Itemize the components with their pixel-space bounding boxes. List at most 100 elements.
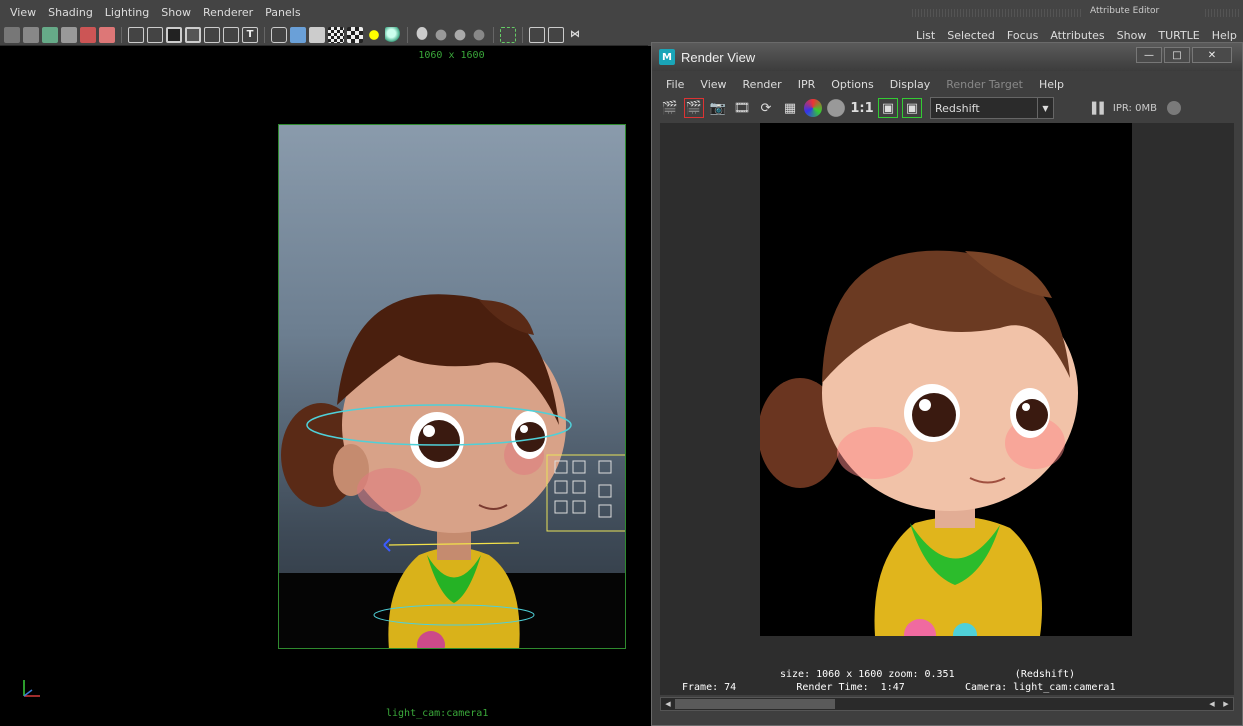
attr-menu-selected[interactable]: Selected <box>941 29 1001 42</box>
rv-menu-ipr[interactable]: IPR <box>790 78 824 91</box>
scrollbar-thumb[interactable] <box>675 699 835 709</box>
toolbar-divider <box>493 26 494 43</box>
rendered-image <box>760 123 1132 636</box>
render-sequence-icon[interactable]: ▦ <box>780 98 800 118</box>
remove-image-icon[interactable]: ▣ <box>902 98 922 118</box>
render-region-icon[interactable]: 🎬 <box>684 98 704 118</box>
ipr-memory-label: IPR: 0MB <box>1112 102 1157 114</box>
maximize-button[interactable]: □ <box>1164 47 1190 63</box>
render-view-title: Render View <box>681 49 756 65</box>
rv-menu-render[interactable]: Render <box>735 78 790 91</box>
motion-blur-icon[interactable] <box>433 26 449 43</box>
ipr-status: ▌▌ IPR: 0MB <box>1092 101 1181 115</box>
close-button[interactable]: ✕ <box>1192 47 1232 63</box>
real-size-button[interactable]: 1:1 <box>850 98 874 118</box>
grid-icon[interactable] <box>128 26 144 43</box>
attr-menu-list[interactable]: List <box>910 29 941 42</box>
attribute-editor-title: Attribute Editor <box>1090 6 1160 16</box>
3d-viewport[interactable]: 1060 x 1600 light_cam:camera1 <box>0 46 652 726</box>
bookmark-icon[interactable] <box>42 26 58 43</box>
film-gate-icon[interactable] <box>147 26 163 43</box>
render-view-toolbar: 🎬 🎬 📷 🎞 ⟳ ▦ 1:1 ▣ ▣ Redshift ▼ ▌▌ IPR: 0… <box>660 95 1235 121</box>
camera-attributes-icon[interactable] <box>23 26 39 43</box>
world-axis-icon <box>23 680 40 697</box>
toolbar-divider <box>121 26 122 43</box>
attr-menu-focus[interactable]: Focus <box>1001 29 1044 42</box>
isolate-select-icon[interactable] <box>500 26 516 43</box>
rv-menu-file[interactable]: File <box>658 78 692 91</box>
textured-icon[interactable] <box>328 26 344 43</box>
attr-menu-help[interactable]: Help <box>1206 29 1243 42</box>
grease-pencil-icon[interactable] <box>99 26 115 43</box>
wireframe-icon[interactable] <box>271 26 287 43</box>
panel-grip[interactable] <box>912 9 1082 17</box>
smooth-shade-icon[interactable] <box>290 26 306 43</box>
main-menubar: View Shading Lighting Show Renderer Pane… <box>0 0 900 24</box>
multisample-aa-icon[interactable] <box>452 26 468 43</box>
attr-menu-show[interactable]: Show <box>1111 29 1153 42</box>
ambient-occlusion-icon[interactable] <box>414 26 430 43</box>
menu-show[interactable]: Show <box>155 2 197 23</box>
character-viewport-model[interactable] <box>279 125 626 649</box>
safe-action-icon[interactable] <box>223 26 239 43</box>
keep-image-icon[interactable]: ▣ <box>878 98 898 118</box>
image-plane-icon[interactable] <box>61 26 77 43</box>
render-view-titlebar[interactable]: M Render View — □ ✕ <box>652 43 1242 71</box>
rendered-character-image <box>760 250 1078 636</box>
scroll-left-end-icon[interactable]: ◀ <box>1205 698 1219 710</box>
gate-mask-icon[interactable] <box>185 26 201 43</box>
menu-renderer[interactable]: Renderer <box>197 2 259 23</box>
attr-menu-attributes[interactable]: Attributes <box>1044 29 1110 42</box>
panel-grip[interactable] <box>1205 9 1239 17</box>
pause-ipr-icon[interactable]: ▌▌ <box>1092 102 1108 115</box>
attr-menu-turtle[interactable]: TURTLE <box>1152 29 1205 42</box>
menu-panels[interactable]: Panels <box>259 2 306 23</box>
snapshot-icon[interactable]: 📷 <box>708 98 728 118</box>
field-chart-icon[interactable] <box>204 26 220 43</box>
toolbar-divider <box>522 26 523 43</box>
menu-shading[interactable]: Shading <box>42 2 99 23</box>
shadows-icon[interactable] <box>385 26 401 43</box>
render-canvas[interactable] <box>660 123 1234 695</box>
render-view-menubar: File View Render IPR Options Display Ren… <box>658 73 1072 95</box>
resolution-label: 1060 x 1600 <box>418 50 485 61</box>
scroll-left-icon[interactable]: ◀ <box>661 698 675 710</box>
scroll-right-icon[interactable]: ▶ <box>1219 698 1233 710</box>
chevron-down-icon: ▼ <box>1037 98 1053 118</box>
xray-joints-icon[interactable] <box>548 26 564 43</box>
alpha-channel-icon[interactable] <box>826 98 846 118</box>
toolbar-divider <box>264 26 265 43</box>
lights-icon[interactable] <box>366 26 382 43</box>
rgb-channels-icon[interactable] <box>804 99 822 117</box>
xray-icon[interactable] <box>529 26 545 43</box>
checker-icon[interactable] <box>347 26 363 43</box>
ipr-status-indicator-icon <box>1166 101 1181 115</box>
depth-of-field-icon[interactable] <box>471 26 487 43</box>
camera-name-label: light_cam:camera1 <box>386 708 489 719</box>
rv-menu-options[interactable]: Options <box>823 78 881 91</box>
menu-lighting[interactable]: Lighting <box>99 2 155 23</box>
viewport-toolbar: T ⋈ <box>0 24 648 46</box>
2d-pan-zoom-icon[interactable] <box>80 26 96 43</box>
renderer-dropdown[interactable]: Redshift ▼ <box>930 97 1054 119</box>
renderer-value: Redshift <box>935 101 980 115</box>
camera-select-icon[interactable] <box>4 26 20 43</box>
horizontal-scrollbar[interactable]: ◀ ◀ ▶ <box>660 697 1234 711</box>
rv-menu-display[interactable]: Display <box>882 78 939 91</box>
resolution-gate-icon[interactable] <box>166 26 182 43</box>
rv-menu-view[interactable]: View <box>692 78 734 91</box>
maya-logo-icon: M <box>659 49 675 65</box>
render-view-window: M Render View — □ ✕ File View Render IPR… <box>651 42 1243 726</box>
menu-view[interactable]: View <box>4 2 42 23</box>
window-controls: — □ ✕ <box>1136 47 1232 63</box>
redo-render-icon[interactable]: 🎬 <box>660 98 680 118</box>
default-material-icon[interactable] <box>309 26 325 43</box>
render-info-line-2: Frame: 74 Render Time: 1:47 Camera: ligh… <box>682 682 1116 693</box>
render-info-line-1: size: 1060 x 1600 zoom: 0.351 (Redshift) <box>780 669 1076 680</box>
rv-menu-help[interactable]: Help <box>1031 78 1072 91</box>
minimize-button[interactable]: — <box>1136 47 1162 63</box>
safe-title-icon[interactable]: T <box>242 26 258 43</box>
ipr-render-icon[interactable]: 🎞 <box>732 98 752 118</box>
refresh-ipr-icon[interactable]: ⟳ <box>756 98 776 118</box>
xray-active-components-icon[interactable]: ⋈ <box>567 27 583 43</box>
